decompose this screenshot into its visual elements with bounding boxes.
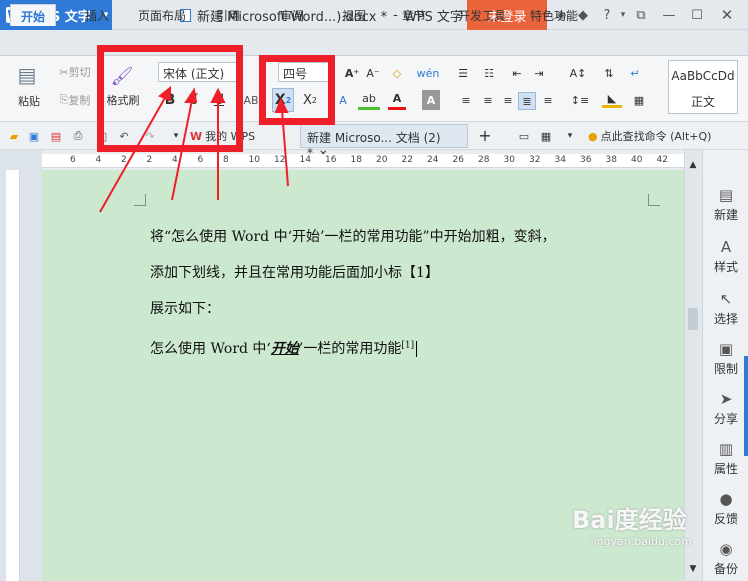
- watermark-url: jingyan.baidu.com: [590, 535, 692, 548]
- baidu-watermark: Bai度经验 jingyan.baidu.com: [572, 500, 692, 570]
- watermark-brand: Bai度经验: [572, 506, 687, 534]
- arrow-to-bold: [99, 95, 167, 213]
- arrow-to-superscript: [281, 109, 289, 187]
- annotation-arrows: [99, 85, 289, 213]
- arrow-head: [184, 87, 198, 103]
- arrow-head: [274, 97, 289, 113]
- arrow-to-italic: [171, 99, 193, 201]
- arrow-head: [158, 85, 171, 102]
- arrow-head: [210, 87, 226, 103]
